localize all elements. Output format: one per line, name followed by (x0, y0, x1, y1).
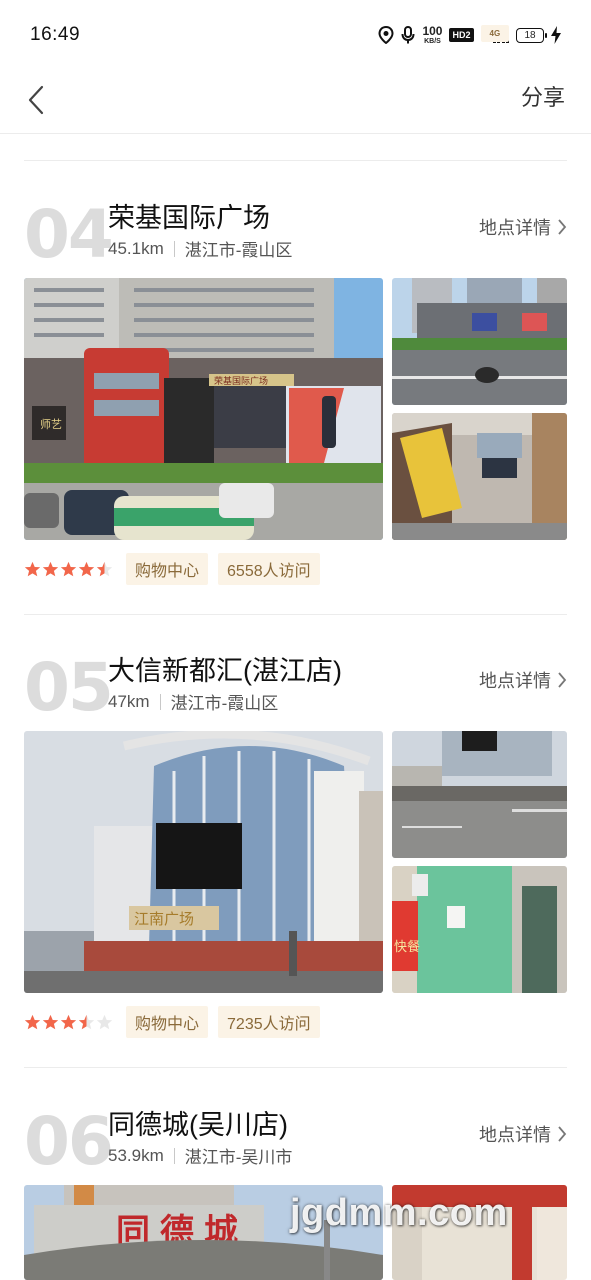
photo-logo-text: 师艺 (40, 418, 62, 431)
status-icons: 100 KB/S HD2 4G 18 (378, 22, 561, 48)
star-icon (60, 1014, 77, 1029)
place-meta: 53.9km 湛江市-吴川市 (108, 1143, 292, 1168)
star-icon (96, 1014, 113, 1029)
microphone-icon (401, 26, 415, 44)
photo-sign-text: 江南广场 (134, 911, 194, 928)
place-area: 湛江市-霞山区 (170, 694, 279, 713)
chevron-right-icon (558, 1126, 567, 1142)
divider (24, 1067, 567, 1068)
place-name[interactable]: 大信新都汇(湛江店) (108, 649, 342, 688)
star-icon (78, 1014, 95, 1029)
place-distance: 53.9km (108, 1145, 164, 1165)
visits-tag: 6558人访问 (218, 553, 320, 585)
photo-gallery: 荣基国际广场 师艺 (24, 278, 567, 540)
visits-tag: 7235人访问 (218, 1006, 320, 1038)
place-photo-main[interactable]: 江南广场 (24, 731, 383, 993)
place-tags: 购物中心 7235人访问 (24, 1006, 330, 1038)
speed-unit: KB/S (424, 38, 441, 45)
detail-label: 地点详情 (479, 671, 551, 691)
back-button[interactable] (18, 78, 54, 122)
watermark: jgdmm.com (290, 1192, 508, 1234)
location-icon (378, 26, 394, 44)
star-icon (42, 561, 59, 576)
photo-sign-side: 快餐 (394, 939, 420, 954)
place-number: 06 (24, 1103, 114, 1180)
place-name[interactable]: 同德城(吴川店) (108, 1103, 288, 1142)
network-type: 4G (480, 25, 510, 42)
nav-bar: 分享 (0, 70, 591, 134)
photo-sign-text: 荣基国际广场 (214, 375, 268, 386)
divider (24, 614, 567, 615)
category-tag: 购物中心 (126, 1006, 209, 1038)
place-photo-side[interactable] (392, 731, 567, 858)
hd-badge: HD2 (449, 28, 474, 42)
star-icon (24, 561, 41, 576)
chevron-right-icon (558, 219, 567, 235)
status-time: 16:49 (30, 24, 81, 45)
chevron-right-icon (558, 672, 567, 688)
place-distance: 47km (108, 691, 150, 711)
place-meta: 45.1km 湛江市-霞山区 (108, 236, 292, 261)
charging-icon (551, 26, 561, 44)
status-bar: 16:49 100 KB/S HD2 4G 18 (0, 0, 591, 70)
place-detail-link[interactable]: 地点详情 (479, 667, 567, 693)
rating-stars (24, 1014, 113, 1031)
place-detail-link[interactable]: 地点详情 (479, 214, 567, 240)
star-icon (60, 561, 77, 576)
place-number: 05 (24, 649, 114, 726)
place-photo-side[interactable]: 快餐 (392, 866, 567, 993)
place-distance: 45.1km (108, 238, 164, 258)
signal-icon: 4G (480, 25, 510, 43)
category-tag: 购物中心 (126, 553, 209, 585)
place-photo-side[interactable] (392, 413, 567, 540)
photo-gallery: 江南广场 快餐 (24, 731, 567, 993)
back-arrow-icon (28, 85, 44, 115)
detail-label: 地点详情 (479, 218, 551, 238)
place-name[interactable]: 荣基国际广场 (108, 196, 270, 235)
battery-icon: 18 (516, 27, 547, 43)
place-number: 04 (24, 196, 114, 273)
star-icon (42, 1014, 59, 1029)
place-area: 湛江市-吴川市 (184, 1148, 293, 1167)
speed-value: 100 (422, 24, 443, 38)
place-area: 湛江市-霞山区 (184, 241, 293, 260)
star-icon (96, 561, 113, 576)
place-photo-side[interactable] (392, 278, 567, 405)
battery-level: 18 (524, 29, 536, 41)
detail-label: 地点详情 (479, 1125, 551, 1145)
star-icon (78, 561, 95, 576)
place-tags: 购物中心 6558人访问 (24, 553, 330, 585)
place-photo-main[interactable]: 荣基国际广场 师艺 (24, 278, 383, 540)
network-speed: 100 KB/S (422, 25, 442, 45)
place-meta: 47km 湛江市-霞山区 (108, 689, 278, 714)
place-detail-link[interactable]: 地点详情 (479, 1121, 567, 1147)
divider (24, 160, 567, 161)
star-icon (24, 1014, 41, 1029)
rating-stars (24, 561, 113, 578)
share-button[interactable]: 分享 (521, 80, 565, 112)
